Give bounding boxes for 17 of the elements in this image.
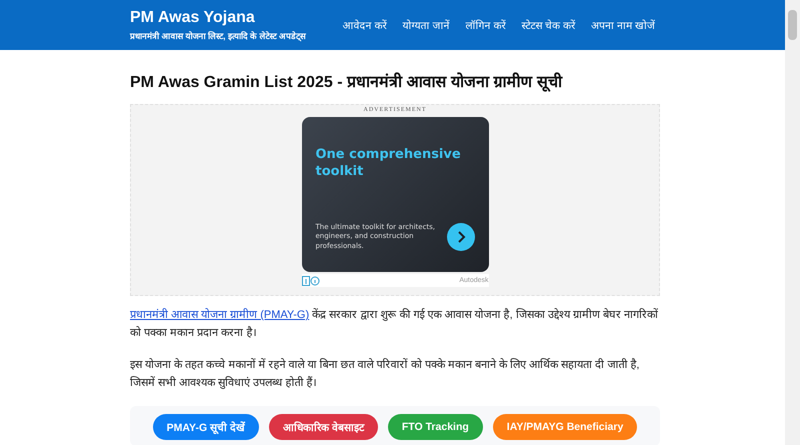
link-button[interactable]: आधिकारिक वेबसाइट: [268, 414, 378, 440]
site-title-link[interactable]: PM Awas Yojana: [130, 9, 306, 27]
ad-headline: One comprehensive toolkit: [316, 147, 462, 181]
intro-paragraph: प्रधानमंत्री आवास योजना ग्रामीण (PMAY-G) केंद्र सरकार द्वारा शुरू की गई एक आवास योजना है, जिसका उद्देश्य ग्रामीण बेघर नागरिकों को पक्का मकान प्रदान करना है।: [130, 307, 660, 341]
nav-link[interactable]: आवेदन करें: [342, 18, 386, 32]
nav-link[interactable]: अपना नाम खोजें: [591, 18, 655, 32]
arrow-right-icon[interactable]: [446, 223, 474, 252]
link-button[interactable]: PMAY-G सूची देखें: [152, 414, 259, 440]
site-tagline: प्रधानमंत्री आवास योजना लिस्ट, इत्यादि के लेटेस्ट अपडेट्स: [130, 30, 306, 41]
nav-link[interactable]: लॉगिन करें: [465, 18, 506, 32]
link-button[interactable]: FTO Tracking: [388, 414, 483, 440]
nav-link[interactable]: योग्यता जानें: [402, 18, 450, 32]
article-title: PM Awas Gramin List 2025 - प्रधानमंत्री आवास योजना ग्रामीण सूची: [130, 71, 564, 92]
nav-link[interactable]: स्टेटस चेक करें: [521, 18, 576, 32]
info-icon[interactable]: [302, 276, 320, 286]
body-paragraph: इस योजना के तहत कच्चे मकानों में रहने वाले या बिना छत वाले परिवारों को पक्के मकान बनाने के लिए आर्थिक सहायता दी जाती है, जिसमें सभी आवश्यक सुविधाएं उपलब्ध होती हैं।: [130, 357, 640, 391]
scheme-link[interactable]: प्रधानमंत्री आवास योजना ग्रामीण (PMAY-G): [130, 309, 310, 321]
